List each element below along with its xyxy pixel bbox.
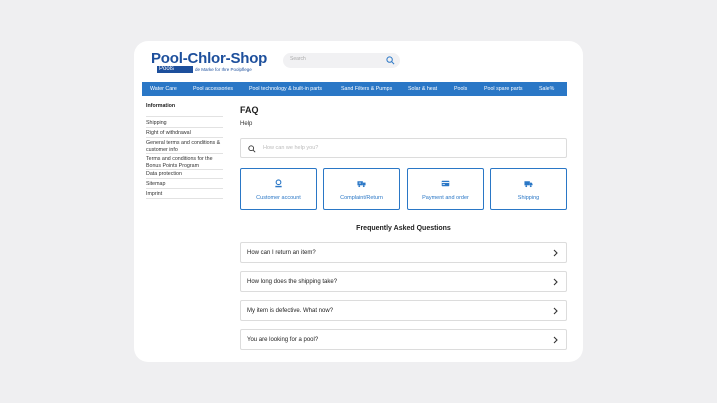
- chevron-right-icon: [553, 249, 558, 257]
- nav-item-pool-spare-parts[interactable]: Pool spare parts: [484, 82, 523, 96]
- faq-question-text: How long does the shipping take?: [247, 279, 338, 285]
- category-label: Customer account: [256, 195, 301, 201]
- faq-question[interactable]: You are looking for a pool?: [240, 329, 567, 350]
- faq-question-text: How can I return an item?: [247, 250, 316, 256]
- help-search-placeholder: How can we help you?: [263, 145, 319, 151]
- category-customer-account[interactable]: Customer account: [240, 168, 317, 210]
- chevron-right-icon: [553, 336, 558, 344]
- logo-text: Pool-Chlor-Shop: [151, 50, 268, 67]
- chevron-right-icon: [553, 278, 558, 286]
- category-label: Shipping: [517, 195, 540, 201]
- sidebar-item-terms[interactable]: General terms and conditions & customer …: [146, 140, 223, 154]
- logo-tagline: de Marke for Ihre Poolpflege: [195, 67, 252, 72]
- search-input[interactable]: Search: [283, 53, 400, 68]
- shop-logo[interactable]: Pool-Chlor-Shop Pools de Marke for Ihre …: [151, 50, 267, 76]
- faq-question-text: You are looking for a pool?: [247, 337, 319, 343]
- search-icon: [248, 145, 256, 153]
- sidebar-item-imprint[interactable]: Imprint: [146, 191, 223, 199]
- payment-icon: [441, 180, 450, 187]
- nav-item-pool-accessories[interactable]: Pool accessories: [193, 82, 233, 96]
- faq-question-text: My item is defective. What now?: [247, 308, 334, 314]
- sidebar-item-shipping[interactable]: Shipping: [146, 120, 223, 128]
- faq-heading: Frequently Asked Questions: [356, 225, 451, 232]
- main-navigation: Water Care Pool accessories Pool technol…: [142, 82, 567, 96]
- nav-item-water-care[interactable]: Water Care: [150, 82, 177, 96]
- page-title: FAQ: [240, 105, 259, 115]
- chevron-right-icon: [553, 307, 558, 315]
- category-label: Complaint/Return: [340, 195, 383, 201]
- sidebar-title: Information: [146, 103, 176, 109]
- category-label: Payment and order: [422, 195, 469, 201]
- sidebar-divider: [146, 116, 223, 117]
- faq-question[interactable]: My item is defective. What now?: [240, 300, 567, 321]
- category-payment-order[interactable]: Payment and order: [407, 168, 484, 210]
- search-icon[interactable]: [386, 56, 395, 65]
- nav-item-pool-technology[interactable]: Pool technology & built-in parts: [249, 82, 322, 96]
- faq-question[interactable]: How long does the shipping take?: [240, 271, 567, 292]
- nav-item-solar-heat[interactable]: Solar & heat: [408, 82, 437, 96]
- nav-item-pools[interactable]: Pools: [454, 82, 467, 96]
- category-complaint-return[interactable]: Complaint/Return: [323, 168, 400, 210]
- help-search-input[interactable]: How can we help you?: [240, 138, 567, 158]
- sidebar-item-sitemap[interactable]: Sitemap: [146, 181, 223, 189]
- truck-icon: [524, 181, 533, 188]
- return-truck-icon: [357, 181, 366, 188]
- sidebar-item-bonus-terms[interactable]: Terms and conditions for the Bonus Point…: [146, 156, 223, 170]
- page-subtitle: Help: [240, 121, 253, 127]
- faq-question[interactable]: How can I return an item?: [240, 242, 567, 263]
- sidebar-item-right-of-withdrawal[interactable]: Right of withdrawal: [146, 130, 223, 138]
- nav-item-sand-filters[interactable]: Sand Filters & Pumps: [341, 82, 392, 96]
- user-icon: [275, 179, 282, 188]
- search-placeholder: Search: [290, 56, 306, 62]
- sidebar-item-data-protection[interactable]: Data protection: [146, 171, 223, 179]
- logo-sub: Pools: [157, 66, 193, 73]
- nav-item-sale[interactable]: Sale%: [539, 82, 554, 96]
- category-shipping[interactable]: Shipping: [490, 168, 567, 210]
